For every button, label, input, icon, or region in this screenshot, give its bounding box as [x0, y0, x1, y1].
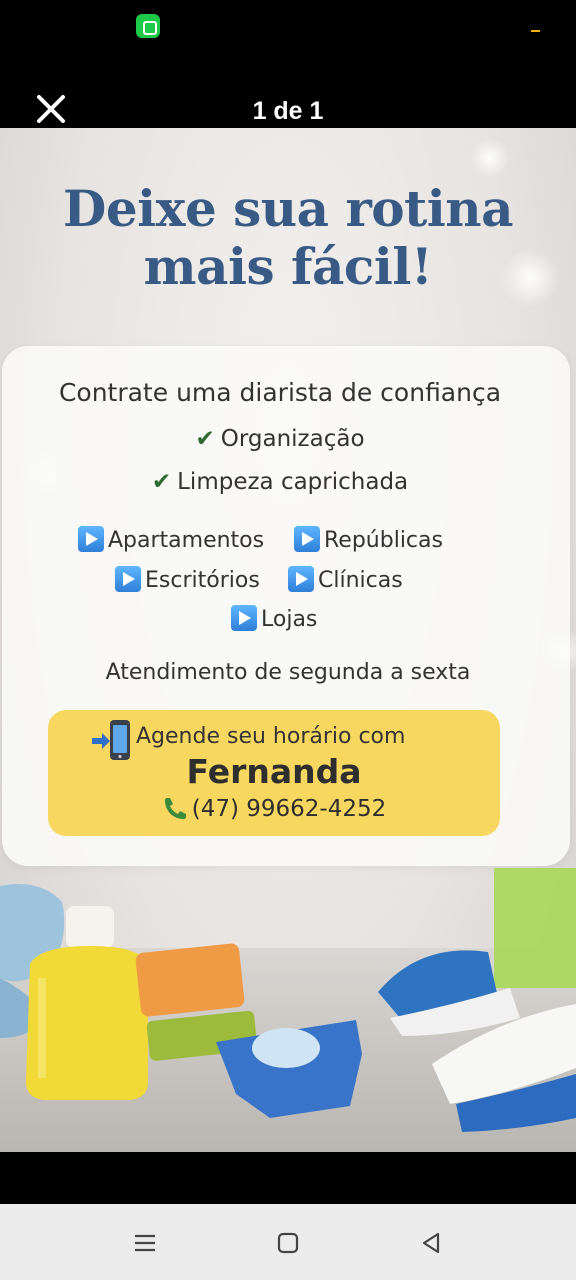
home-icon[interactable]	[273, 1228, 303, 1258]
navigation-bar	[0, 1204, 576, 1280]
subheading: Contrate uma diarista de confiança	[58, 378, 502, 407]
service-item: Escritórios	[115, 566, 260, 593]
hours-text: Atendimento de segunda a sexta	[105, 660, 471, 685]
phone-icon	[164, 798, 186, 819]
check-item-label: Limpeza caprichada	[177, 469, 409, 495]
play-icon	[78, 526, 104, 552]
service-item: Clínicas	[288, 566, 403, 593]
battery-indicator-icon	[531, 30, 540, 32]
flyer-image: Deixe sua rotina mais fácil! Contrate um…	[0, 128, 576, 1152]
contact-name: Fernanda	[186, 752, 362, 791]
page-counter: 1 de 1	[252, 97, 324, 125]
service-item: Lojas	[231, 605, 317, 632]
back-icon[interactable]	[416, 1228, 446, 1258]
app-notification-icon	[136, 14, 160, 38]
bottom-black-band	[0, 1152, 576, 1204]
service-item: Apartamentos	[78, 526, 264, 553]
check-item: ✔ Organização	[0, 426, 560, 452]
check-icon: ✔	[195, 426, 215, 452]
play-icon	[231, 605, 257, 631]
headline-line-2: mais fácil!	[143, 237, 433, 296]
check-icon: ✔	[151, 469, 172, 495]
play-icon	[288, 566, 314, 592]
service-label: Repúblicas	[324, 528, 443, 553]
cta-line: Agende seu horário com	[136, 724, 406, 749]
check-item-label: Organização	[220, 426, 365, 452]
service-label: Apartamentos	[108, 528, 265, 553]
contact-phone: (47) 99662-4252	[48, 796, 500, 822]
headline-line-1: Deixe sua rotina	[62, 179, 514, 238]
check-item: ✔ Limpeza caprichada	[0, 469, 560, 495]
headline: Deixe sua rotina mais fácil!	[0, 180, 576, 296]
phone-number: (47) 99662-4252	[191, 796, 387, 822]
contact-box: Agende seu horário com Fernanda (47) 996…	[48, 710, 500, 836]
service-item: Repúblicas	[294, 526, 443, 553]
sparkle-decoration	[470, 138, 510, 178]
cleaning-products-illustration	[0, 868, 576, 1152]
play-icon	[294, 526, 320, 552]
play-icon	[115, 566, 141, 592]
service-label: Lojas	[261, 607, 318, 632]
status-bar	[0, 0, 576, 52]
service-label: Escritórios	[145, 568, 260, 593]
menu-icon[interactable]	[130, 1228, 160, 1258]
service-label: Clínicas	[318, 568, 403, 593]
